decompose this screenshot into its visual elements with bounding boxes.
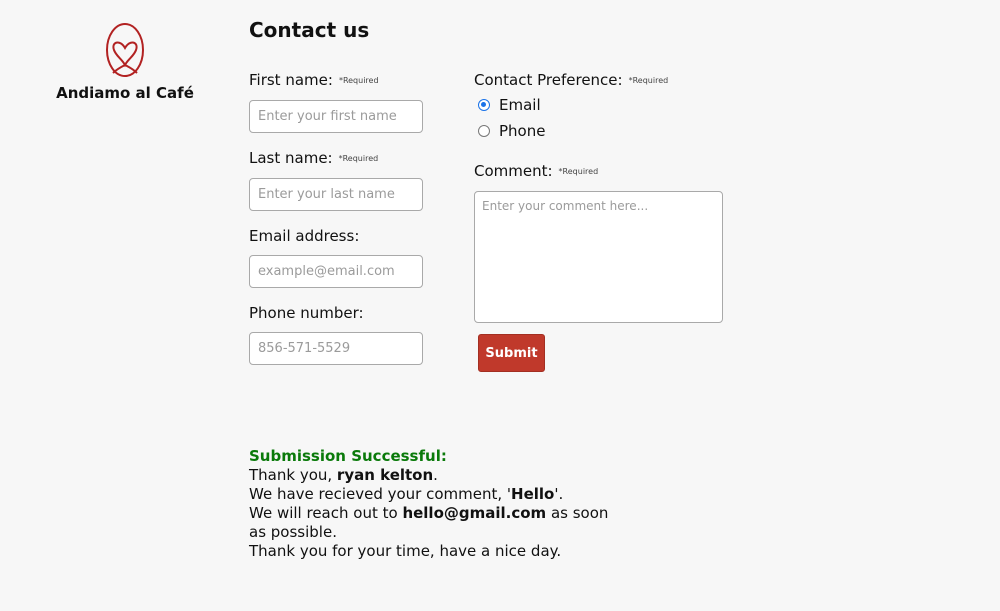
submit-button[interactable]: Submit (478, 334, 545, 372)
comment-label: Comment: *Required (474, 162, 599, 180)
phone-input[interactable] (249, 332, 423, 365)
radio-phone-label: Phone (499, 122, 546, 140)
radio-button[interactable] (478, 125, 490, 137)
required-tag: *Required (628, 76, 669, 85)
required-tag: *Required (338, 154, 379, 163)
result-name: ryan kelton (336, 466, 434, 484)
last-name-input[interactable] (249, 178, 423, 211)
heart-leaf-icon (106, 23, 144, 77)
result-line-2: We have recieved your comment, 'Hello'. (249, 485, 564, 503)
result-line-1: Thank you, ryan kelton. (249, 466, 438, 484)
result-email: hello@gmail.com (402, 504, 547, 522)
last-name-label: Last name: *Required (249, 149, 379, 167)
page-title: Contact us (249, 18, 370, 42)
result-line-4: Thank you for your time, have a nice day… (249, 542, 562, 560)
required-tag: *Required (338, 76, 379, 85)
contact-preference-label: Contact Preference: *Required (474, 71, 669, 89)
brand-logo: Andiamo al Café (55, 22, 195, 102)
brand-name: Andiamo al Café (56, 84, 194, 102)
first-name-input[interactable] (249, 100, 423, 133)
submission-result: Submission Successful: Thank you, ryan k… (249, 447, 629, 561)
result-line-3: We will reach out to hello@gmail.com as … (249, 504, 609, 541)
required-tag: *Required (558, 167, 599, 176)
radio-button-checked[interactable] (478, 99, 490, 111)
comment-textarea[interactable] (474, 191, 723, 323)
radio-phone[interactable]: Phone (478, 122, 545, 140)
email-input[interactable] (249, 255, 423, 288)
first-name-label: First name: *Required (249, 71, 379, 89)
result-title: Submission Successful: (249, 447, 447, 465)
radio-email[interactable]: Email (478, 96, 541, 114)
phone-label: Phone number: (249, 304, 364, 322)
result-comment: Hello (511, 485, 555, 503)
radio-email-label: Email (499, 96, 541, 114)
email-label: Email address: (249, 227, 360, 245)
